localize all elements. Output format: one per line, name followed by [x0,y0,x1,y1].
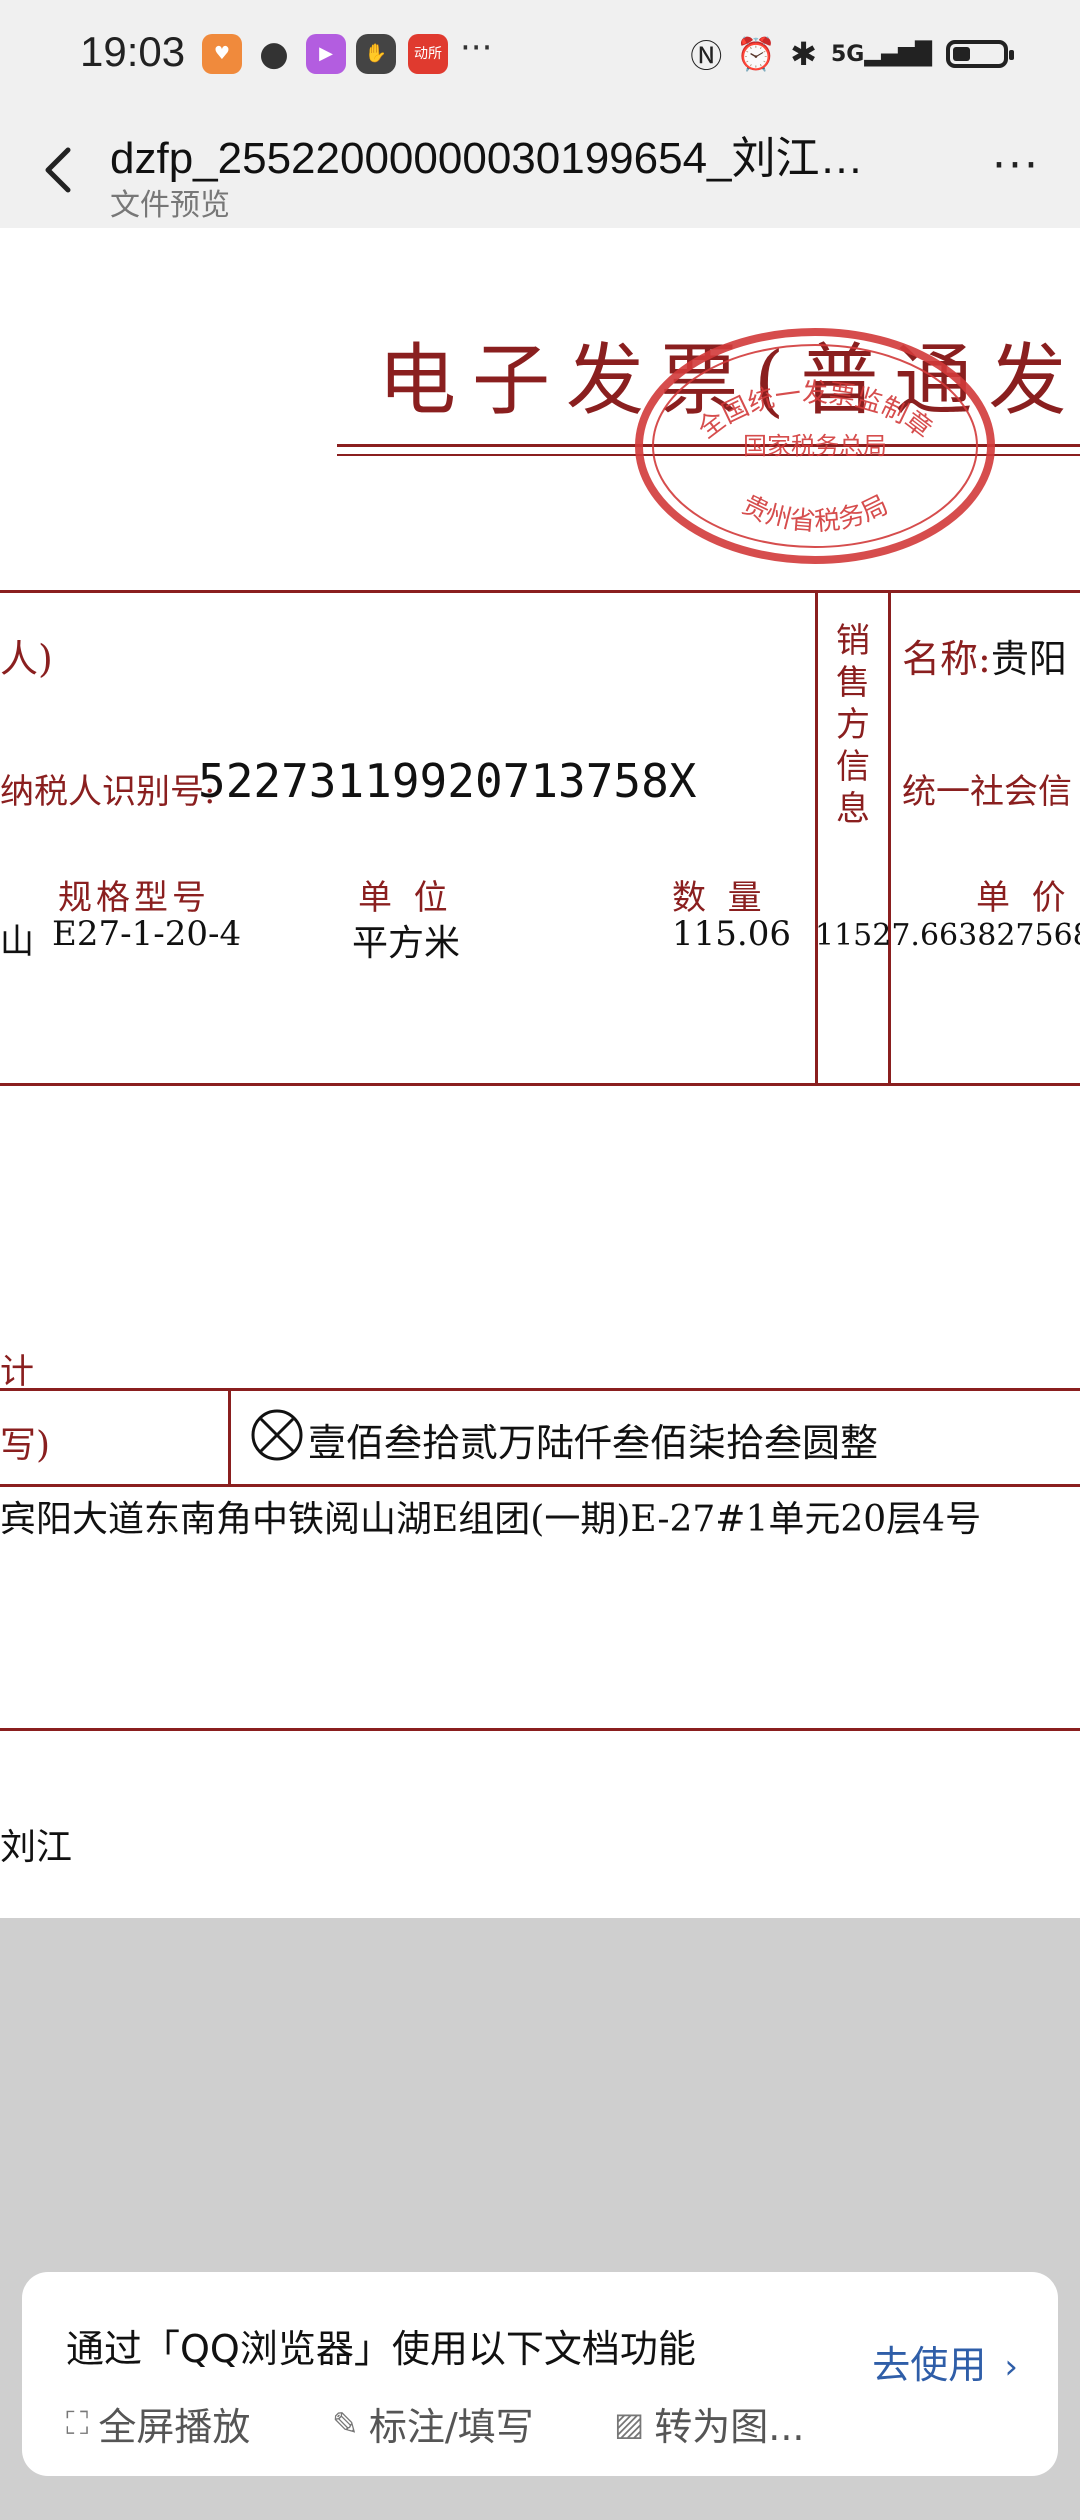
circled-x-icon [251,1409,303,1461]
official-stamp-icon: 全国统一发票监制章 国家税务总局 贵州省税务局 [635,328,995,564]
signal-5g-icon: 5G▂▄▆█ [830,41,932,67]
promo-app-icon: 动所 [408,34,448,74]
edit-icon: ✎ [332,2404,359,2443]
buyer-tax-id-label: 纳税人识别号: [0,772,216,812]
address-text: 宾阳大道东南角中铁阅山湖E组团(一期)E-27#1单元20层4号 [0,1499,982,1540]
column-spec-header: 规格型号 [58,878,210,918]
status-bar: 19:03 ♥ ● ▶ ✋ 动所 ··· Ⓝ ⏰ ✱ 5G▂▄▆█ [0,0,1080,108]
table-border [0,1083,1080,1086]
fullscreen-icon: ⛶ [66,2404,89,2442]
svg-text:贵州省税务局: 贵州省税务局 [737,490,893,537]
banner-title: 通过「QQ浏览器」使用以下文档功能 [66,2327,696,2371]
column-unit-header: 单 位 [358,878,448,918]
qq-browser-banner[interactable]: 通过「QQ浏览器」使用以下文档功能 去使用 › ⛶ 全屏播放 ✎ 标注/填写 ▨… [22,2272,1058,2476]
back-button[interactable] [30,128,90,208]
file-title: dzfp_25522000000030199654_刘江… [110,134,864,183]
nfc-icon: Ⓝ [690,37,723,75]
title-bar: dzfp_25522000000030199654_刘江… 文件预览 ··· [0,108,1080,228]
app-icon-1: ♥ [202,34,242,74]
feature-fullscreen[interactable]: ⛶ 全屏播放 [66,2396,250,2451]
feature-to-image-label: 转为图... [654,2405,805,2449]
buyer-name-fragment: 人) [0,637,53,681]
bluetooth-icon: ✱ [790,35,817,73]
seller-name-row: 名称:贵阳 [902,628,1067,683]
table-border [0,1484,1080,1487]
more-notifications-icon: ··· [460,28,493,68]
battery-icon [946,40,1014,68]
seller-credit-label: 统一社会信 [902,772,1072,812]
table-border [0,590,1080,593]
item-spec: E27-1-20-4 [52,914,242,954]
item-quantity: 115.06 [672,914,791,954]
more-options-button[interactable]: ··· [992,140,1040,191]
item-price: 11527.6638275682 [815,918,1080,953]
go-use-label: 去使用 [872,2343,987,2387]
stamp-middle-text: 国家税务总局 [743,432,887,460]
item-unit: 平方米 [352,923,461,964]
column-price-header: 单 价 [976,878,1066,918]
table-border [228,1388,231,1486]
item-name-fragment: 山 [0,922,34,962]
total-amount-text: 壹佰叁拾贰万陆仟叁佰柒拾叁圆整 [308,1421,879,1465]
feature-annotate-label: 标注/填写 [368,2405,534,2449]
wechat-icon: ● [259,34,289,74]
hand-icon: ✋ [356,34,396,74]
go-use-button[interactable]: 去使用 › [872,2334,1018,2389]
seller-section-label: 销售方信息 [836,621,870,829]
battery-level [953,47,970,61]
video-app-icon: ▶ [306,34,346,74]
stamp-bottom-text: 贵州省税务局 [737,490,893,537]
table-border [888,590,891,1086]
seller-name-label: 名称: [902,637,991,681]
alarm-icon: ⏰ [736,35,777,73]
column-quantity-header: 数 量 [672,878,762,918]
seller-name-fragment: 贵阳 [990,637,1067,681]
total-label-fragment: 写) [0,1425,51,1466]
chevron-right-icon: › [1004,2347,1018,2387]
status-right-icons: Ⓝ ⏰ ✱ 5G▂▄▆█ [690,30,1014,78]
table-border [0,1728,1080,1731]
file-subtitle: 文件预览 [110,188,230,223]
table-border [815,590,818,1086]
subtotal-label-fragment: 计 [0,1352,34,1392]
network-label: 5G [830,41,865,67]
feature-fullscreen-label: 全屏播放 [98,2405,251,2449]
buyer-tax-id: 52273119920713758X [198,754,697,808]
status-time: 19:03 [80,28,186,75]
feature-to-image[interactable]: ▨ 转为图... [614,2396,804,2451]
image-icon: ▨ [614,2404,645,2443]
bottom-name-fragment: 刘江 [0,1827,73,1868]
feature-annotate[interactable]: ✎ 标注/填写 [332,2396,534,2451]
table-border [0,1388,1080,1391]
back-arrow-icon [45,147,71,193]
invoice-preview[interactable]: 电子发票(普通发票) 全国统一发票监制章 国家税务总局 贵州省税务局 人) 纳税… [0,228,1080,1918]
